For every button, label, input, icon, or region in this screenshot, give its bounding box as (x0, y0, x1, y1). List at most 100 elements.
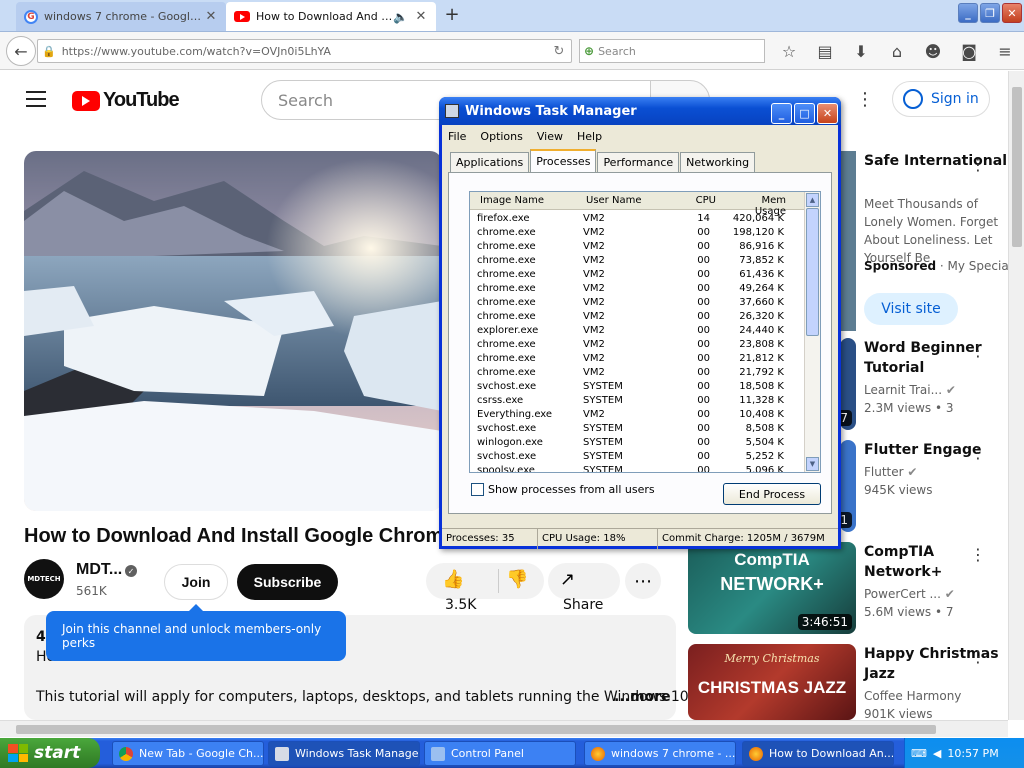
back-button[interactable]: ← (6, 36, 36, 66)
menu-icon[interactable]: ≡ (990, 39, 1020, 63)
youtube-logo[interactable]: YouTube (72, 89, 180, 112)
process-row[interactable]: chrome.exe VM2 00 61,436 K (470, 268, 805, 282)
rec-more-icon[interactable]: ⋮ (970, 545, 986, 564)
hamburger-menu-icon[interactable] (26, 91, 46, 112)
checkbox-box[interactable] (471, 483, 484, 496)
tab-applications[interactable]: Applications (450, 152, 530, 172)
subscribe-button[interactable]: Subscribe (237, 564, 338, 600)
process-row[interactable]: winlogon.exe SYSTEM 00 5,504 K (470, 436, 805, 450)
process-row[interactable]: chrome.exe VM2 00 49,264 K (470, 282, 805, 296)
close-button[interactable]: ✕ (817, 103, 838, 124)
rec-channel-name[interactable]: Learnit Trai... ✔ (864, 383, 956, 397)
search-engine-icon[interactable]: ⊕ (584, 44, 594, 58)
chat-icon[interactable]: ☻ (918, 39, 948, 63)
process-row[interactable]: chrome.exe VM2 00 21,812 K (470, 352, 805, 366)
process-row[interactable]: chrome.exe VM2 00 73,852 K (470, 254, 805, 268)
column-image-name[interactable]: Image Name (480, 195, 544, 206)
process-row[interactable]: chrome.exe VM2 00 86,916 K (470, 240, 805, 254)
process-list[interactable]: Image Name User Name CPU Mem Usage firef… (469, 191, 821, 473)
address-bar[interactable]: 🔒 https://www.youtube.com/watch?v=OVJn0i… (37, 39, 572, 63)
minimize-button[interactable]: _ (958, 3, 978, 23)
menu-options[interactable]: Options (480, 130, 522, 143)
video-thumbnail[interactable]: 7 (840, 338, 856, 430)
show-more-link[interactable]: ...more (614, 689, 671, 705)
url-text[interactable]: https://www.youtube.com/watch?v=OVJn0i5L… (62, 45, 547, 58)
downloads-icon[interactable]: ⬇ (846, 39, 876, 63)
ad-more-icon[interactable]: ⋮ (970, 155, 986, 174)
video-thumbnail[interactable]: Merry Christmas CHRISTMAS JAZZ (688, 644, 856, 720)
column-user-name[interactable]: User Name (586, 195, 641, 206)
end-process-button[interactable]: End Process (723, 483, 821, 505)
process-row[interactable]: chrome.exe VM2 00 198,120 K (470, 226, 805, 240)
process-row[interactable]: chrome.exe VM2 00 23,808 K (470, 338, 805, 352)
restore-button[interactable]: ❐ (980, 3, 1000, 23)
menu-view[interactable]: View (537, 130, 563, 143)
thumbs-up-icon[interactable]: 👍 (442, 569, 464, 590)
rec-more-icon[interactable]: ⋮ (970, 443, 986, 462)
new-tab-button[interactable]: + (442, 6, 462, 26)
speaker-muted-icon[interactable]: 🔈 (393, 10, 408, 24)
thumbs-down-icon[interactable]: 👎 (506, 569, 528, 590)
sign-in-button[interactable]: Sign in (892, 81, 990, 117)
video-thumbnail[interactable]: CompTIA NETWORK+ 3:46:51 (688, 542, 856, 634)
video-thumbnail[interactable]: 1 (840, 440, 856, 532)
menu-file[interactable]: File (448, 130, 466, 143)
scroll-up-arrow[interactable]: ▲ (806, 193, 819, 207)
rec-channel-name[interactable]: Coffee Harmony (864, 689, 961, 703)
scrollbar-thumb[interactable] (806, 208, 819, 336)
ad-title[interactable]: Safe International Dati Site (864, 151, 1008, 171)
close-tab-icon[interactable]: ✕ (204, 9, 218, 24)
browser-search-field[interactable]: ⊕ Search (579, 39, 765, 63)
taskbar-item-firefox-youtube[interactable]: How to Download An... (742, 741, 894, 766)
tab-performance[interactable]: Performance (597, 152, 680, 172)
process-row[interactable]: spoolsv.exe SYSTEM 00 5,096 K (470, 464, 805, 472)
process-list-scrollbar[interactable]: ▲ ▼ (804, 192, 820, 472)
video-player[interactable] (24, 151, 442, 511)
reload-icon[interactable]: ↻ (547, 44, 571, 59)
more-actions-button[interactable]: ⋯ (625, 563, 661, 599)
scroll-down-arrow[interactable]: ▼ (806, 457, 819, 471)
process-row[interactable]: explorer.exe VM2 00 24,440 K (470, 324, 805, 338)
show-all-processes-checkbox[interactable]: Show processes from all users (471, 483, 655, 496)
rec-more-icon[interactable]: ⋮ (970, 341, 986, 360)
home-icon[interactable]: ⌂ (882, 39, 912, 63)
page-vertical-scrollbar[interactable] (1008, 71, 1024, 720)
start-button[interactable]: start (0, 738, 100, 768)
taskbar-item-control-panel[interactable]: Control Panel (424, 741, 576, 766)
network-icon[interactable]: ◀ (933, 747, 941, 760)
page-horizontal-scrollbar[interactable] (0, 720, 1008, 737)
maximize-button[interactable]: □ (794, 103, 815, 124)
process-row[interactable]: svchost.exe SYSTEM 00 5,252 K (470, 450, 805, 464)
process-row[interactable]: Everything.exe VM2 00 10,408 K (470, 408, 805, 422)
bookmark-star-icon[interactable]: ☆ (774, 39, 804, 63)
clock[interactable]: 10:57 PM (947, 747, 998, 760)
process-row[interactable]: chrome.exe VM2 00 37,660 K (470, 296, 805, 310)
process-row[interactable]: firefox.exe VM2 14 420,064 K (470, 212, 805, 226)
tab-processes[interactable]: Processes (530, 149, 597, 172)
minimize-button[interactable]: _ (771, 103, 792, 124)
ad-thumbnail[interactable] (840, 151, 856, 331)
close-window-button[interactable]: ✕ (1002, 3, 1022, 23)
keyboard-icon[interactable]: ⌨ (911, 747, 927, 760)
taskbar-item-firefox-search[interactable]: windows 7 chrome - ... (584, 741, 736, 766)
tab-networking[interactable]: Networking (680, 152, 756, 172)
taskbar-item-chrome[interactable]: New Tab - Google Ch... (112, 741, 264, 766)
close-tab-icon[interactable]: ✕ (414, 9, 428, 24)
join-button[interactable]: Join (164, 564, 228, 600)
reading-list-icon[interactable]: ▤ (810, 39, 840, 63)
tab-google-search[interactable]: G windows 7 chrome - Google S... ✕ (16, 2, 226, 31)
process-row[interactable]: svchost.exe SYSTEM 00 8,508 K (470, 422, 805, 436)
scrollbar-thumb[interactable] (1012, 87, 1022, 247)
rec-channel-name[interactable]: PowerCert ... ✔ (864, 587, 955, 601)
process-row[interactable]: csrss.exe SYSTEM 00 11,328 K (470, 394, 805, 408)
settings-more-icon[interactable]: ⋮ (856, 89, 874, 110)
process-row[interactable]: chrome.exe VM2 00 21,792 K (470, 366, 805, 380)
menu-help[interactable]: Help (577, 130, 602, 143)
column-cpu[interactable]: CPU (694, 195, 716, 206)
process-row[interactable]: svchost.exe SYSTEM 00 18,508 K (470, 380, 805, 394)
tab-youtube-video[interactable]: How to Download And In... 🔈 ✕ (226, 2, 436, 31)
channel-avatar[interactable]: MDTECH (24, 559, 64, 599)
pocket-icon[interactable]: ◙ (954, 39, 984, 63)
process-row[interactable]: chrome.exe VM2 00 26,320 K (470, 310, 805, 324)
visit-site-button[interactable]: Visit site (864, 293, 958, 325)
